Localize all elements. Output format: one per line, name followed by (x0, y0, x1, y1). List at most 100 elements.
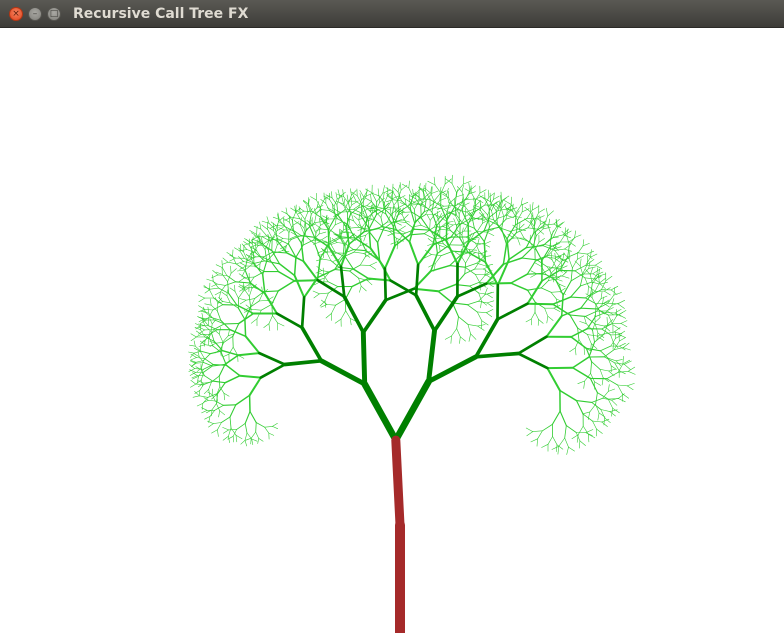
leaf-segment (464, 262, 478, 268)
leaf-segment (548, 218, 551, 227)
leaf-segment (216, 310, 222, 321)
leaf-segment (396, 221, 407, 223)
leaf-segment (553, 219, 560, 225)
leaf-segment (209, 409, 215, 417)
leaf-segment (509, 228, 520, 232)
branch-segment (318, 358, 368, 387)
title-bar[interactable]: × – □ Recursive Call Tree FX (0, 0, 784, 28)
leaf-segment (554, 248, 565, 251)
leaf-segment (569, 314, 587, 317)
leaf-segment (547, 255, 559, 257)
leaf-segment (413, 200, 420, 210)
leaf-segment (319, 206, 322, 218)
leaf-segment (477, 238, 480, 246)
leaf-segment (227, 329, 230, 337)
close-icon[interactable]: × (9, 7, 23, 21)
leaf-segment (471, 237, 480, 239)
leaf-segment (570, 285, 581, 298)
leaf-segment (244, 289, 250, 297)
leaf-segment (497, 215, 508, 219)
leaf-segment (526, 280, 543, 305)
leaf-segment (622, 355, 624, 365)
leaf-segment (337, 214, 347, 228)
leaf-segment (611, 298, 615, 306)
leaf-segment (557, 445, 560, 455)
branch-segment (426, 354, 479, 384)
leaf-segment (345, 213, 352, 228)
leaf-segment (488, 192, 495, 198)
leaf-segment (427, 180, 436, 186)
leaf-segment (471, 244, 478, 252)
leaf-segment (190, 357, 197, 361)
leaf-segment (592, 420, 597, 430)
leaf-segment (219, 333, 224, 343)
leaf-segment (466, 300, 479, 306)
leaf-segment (250, 437, 252, 445)
branch-segment (414, 293, 437, 333)
leaf-segment (297, 210, 305, 215)
leaf-segment (209, 289, 214, 299)
leaf-segment (597, 412, 600, 421)
leaf-segment (493, 195, 500, 200)
leaf-segment (195, 334, 202, 338)
leaf-segment (574, 260, 581, 267)
leaf-segment (455, 194, 464, 198)
leaf-segment (486, 300, 495, 304)
leaf-segment (545, 256, 556, 259)
leaf-segment (480, 207, 489, 216)
leaf-segment (544, 307, 549, 317)
leaf-segment (213, 422, 222, 424)
minimize-icon[interactable]: – (28, 7, 42, 21)
leaf-segment (591, 290, 593, 298)
leaf-segment (230, 268, 237, 274)
leaf-segment (363, 234, 367, 242)
leaf-segment (438, 245, 447, 248)
leaf-segment (433, 226, 444, 228)
leaf-segment (193, 340, 196, 347)
leaf-segment (325, 313, 332, 319)
leaf-segment (366, 205, 374, 208)
leaf-segment (599, 368, 610, 372)
leaf-segment (532, 215, 540, 220)
leaf-segment (214, 329, 220, 335)
leaf-segment (431, 190, 439, 194)
leaf-segment (341, 195, 344, 205)
leaf-segment (598, 412, 606, 418)
leaf-segment (461, 185, 464, 193)
leaf-segment (430, 186, 432, 194)
leaf-segment (609, 411, 616, 417)
leaf-segment (258, 438, 264, 442)
leaf-segment (239, 262, 247, 267)
leaf-segment (550, 236, 559, 239)
leaf-segment (537, 430, 543, 440)
leaf-segment (222, 261, 229, 265)
leaf-segment (506, 215, 515, 219)
leaf-segment (506, 204, 513, 210)
leaf-segment (244, 410, 251, 424)
leaf-segment (204, 388, 209, 395)
leaf-segment (329, 199, 335, 207)
leaf-segment (236, 422, 246, 430)
leaf-segment (239, 298, 247, 301)
leaf-segment (587, 334, 598, 337)
leaf-segment (606, 316, 608, 326)
leaf-segment (255, 431, 260, 439)
leaf-segment (459, 336, 461, 344)
leaf-segment (198, 297, 205, 303)
leaf-segment (486, 231, 495, 236)
leaf-segment (610, 334, 614, 344)
leaf-segment (591, 397, 604, 403)
maximize-icon[interactable]: □ (47, 7, 61, 21)
leaf-segment (414, 211, 425, 224)
leaf-segment (369, 261, 378, 266)
leaf-segment (606, 378, 619, 386)
leaf-segment (545, 315, 563, 338)
leaf-segment (361, 206, 364, 214)
leaf-segment (546, 315, 549, 324)
leaf-segment (617, 303, 625, 309)
leaf-segment (481, 300, 488, 306)
leaf-segment (560, 258, 563, 267)
leaf-segment (568, 446, 575, 452)
leaf-segment (577, 380, 586, 385)
leaf-segment (230, 265, 232, 274)
